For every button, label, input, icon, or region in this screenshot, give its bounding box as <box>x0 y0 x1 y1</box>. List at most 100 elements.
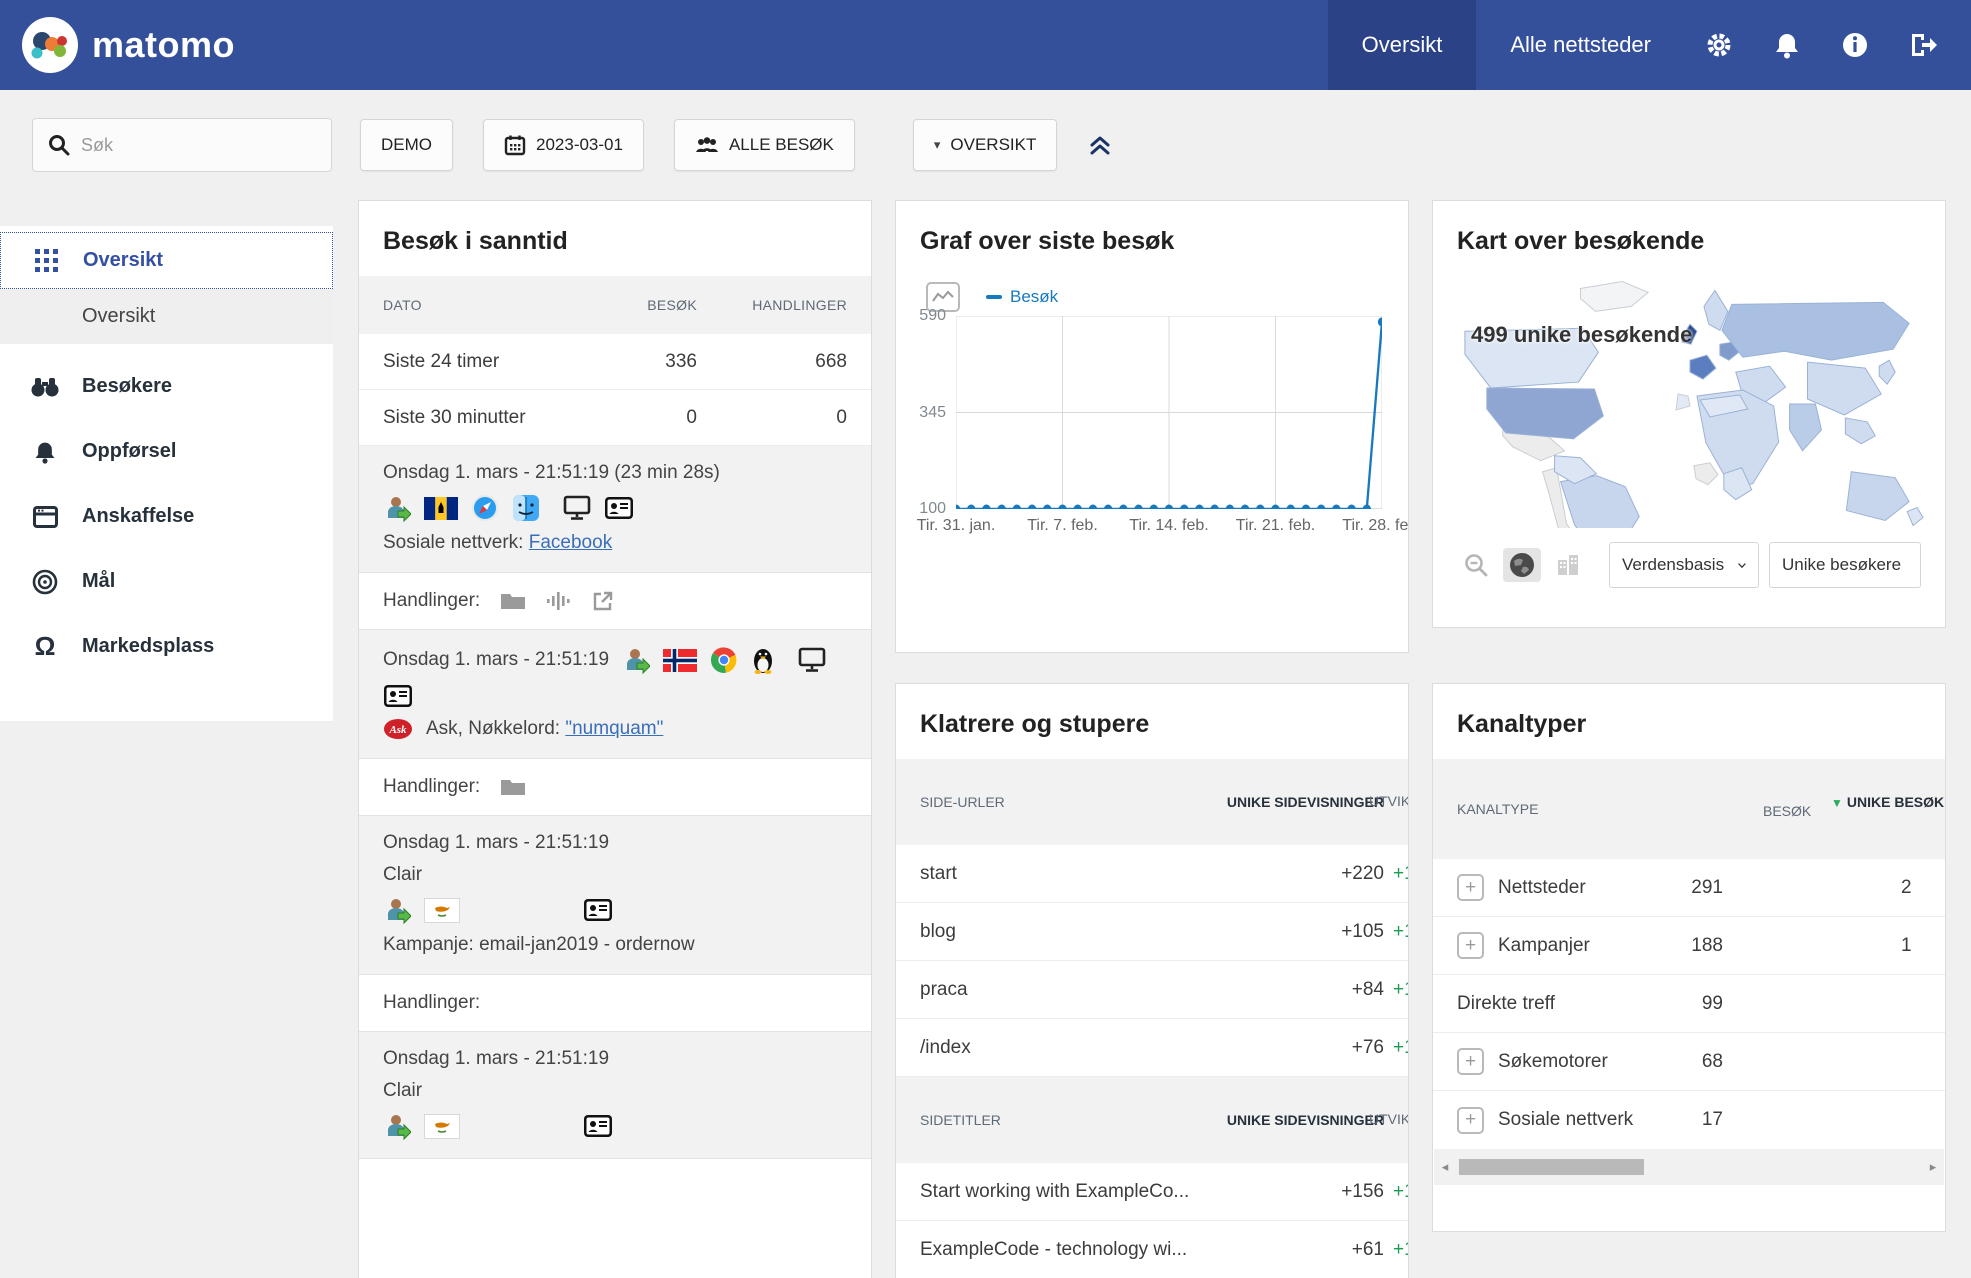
collapse-icon[interactable] <box>1087 132 1113 158</box>
visits-line-chart[interactable]: 590 345 100 <box>956 316 1382 509</box>
expand-plus-icon[interactable]: + <box>1457 932 1484 959</box>
brand-name: matomo <box>92 24 235 66</box>
table-row: + Kampanjer 188 1 <box>1433 917 1945 975</box>
legend-line-swatch <box>986 295 1002 299</box>
expand-plus-icon[interactable]: + <box>1457 1107 1484 1134</box>
nav-tab-oversikt[interactable]: Oversikt <box>1328 0 1477 90</box>
site-selector-button[interactable]: DEMO <box>360 119 453 171</box>
table-row: Siste 30 minutter 0 0 <box>359 390 871 446</box>
table-row[interactable]: praca +84 +1 <box>896 961 1408 1019</box>
y-tick: 590 <box>919 307 946 325</box>
visitor-name: Clair <box>383 864 422 886</box>
map-controls: Verdensbasis Unike besøkere <box>1433 528 1945 588</box>
nav-tab-alle-nettsteder[interactable]: Alle nettsteder <box>1476 0 1685 90</box>
actions-row: Handlinger: <box>359 975 871 1032</box>
sort-desc-icon[interactable]: ▼ <box>1831 796 1843 810</box>
legend-besok[interactable]: Besøk <box>986 287 1058 307</box>
segment-selector-button[interactable]: ALLE BESØK <box>674 119 855 171</box>
gear-icon[interactable] <box>1685 0 1753 90</box>
table-row[interactable]: ExampleCode - technology wi... +61 +1 <box>896 1221 1408 1278</box>
sidebar-item-oversikt[interactable]: Oversikt <box>0 232 333 289</box>
sidebar-item-anskaffelse[interactable]: Anskaffelse <box>0 488 333 545</box>
zoom-out-icon[interactable] <box>1457 548 1495 582</box>
search-input[interactable] <box>81 135 317 156</box>
date-range-button[interactable]: 2023-03-01 <box>483 119 644 171</box>
search-icon <box>47 133 71 157</box>
chevron-down-icon <box>1738 561 1746 570</box>
horizontal-scrollbar[interactable]: ◂ ▸ <box>1434 1149 1944 1185</box>
x-tick: Tir. 28. feb. <box>1342 517 1409 535</box>
referrer-link[interactable]: Facebook <box>529 532 612 553</box>
visitor-entry: Onsdag 1. mars - 21:51:19 (23 min 28s) <box>359 446 871 573</box>
x-tick: Tir. 14. feb. <box>1129 517 1208 535</box>
widget-kart-over-besokende: Kart over besøkende <box>1432 200 1946 628</box>
folder-icon[interactable] <box>500 777 526 797</box>
table-row[interactable]: Start working with ExampleCo... +156 +1 <box>896 1163 1408 1221</box>
table-row[interactable]: start +220 +1 <box>896 845 1408 903</box>
x-tick: Tir. 7. feb. <box>1027 517 1098 535</box>
y-tick: 345 <box>919 404 946 422</box>
external-link-icon[interactable] <box>592 590 614 612</box>
bell-icon[interactable] <box>1753 0 1821 90</box>
bell-icon <box>30 440 60 464</box>
grid-icon <box>31 249 61 272</box>
flag-norway-icon <box>663 649 697 672</box>
segment-icon <box>695 135 719 155</box>
sidebar-item-mal[interactable]: Mål <box>0 553 333 610</box>
actions-row: Handlinger: <box>359 573 871 630</box>
map-region-dropdown[interactable]: Verdensbasis <box>1609 542 1759 588</box>
visitor-name: Clair <box>383 1080 422 1102</box>
widget-besok-i-sanntid: Besøk i sanntid DATO BESØK HANDLINGER Si… <box>358 200 872 1278</box>
target-icon <box>30 569 60 595</box>
table-header: KANALTYPE BESØK ▼UNIKE BESØKENDE <box>1433 759 1945 859</box>
search-engine-ask-icon: Ask <box>383 718 413 740</box>
monitor-icon <box>563 495 591 521</box>
expand-plus-icon[interactable]: + <box>1457 874 1484 901</box>
binoculars-icon <box>30 376 60 398</box>
flag-cyprus-icon <box>424 1114 460 1139</box>
visitor-entry: Onsdag 1. mars - 21:51:19 <box>359 630 871 759</box>
vcard-icon[interactable] <box>583 898 613 922</box>
logout-icon[interactable] <box>1889 0 1957 90</box>
widget-title: Besøk i sanntid <box>359 201 871 276</box>
map-metric-dropdown[interactable]: Unike besøkere <box>1769 542 1921 588</box>
scrollbar-thumb[interactable] <box>1459 1159 1644 1175</box>
sidebar-item-oppforsel[interactable]: Oppførsel <box>0 423 333 480</box>
city-icon[interactable] <box>1549 548 1587 582</box>
widget-title: Kart over besøkende <box>1433 201 1945 276</box>
search-box[interactable] <box>32 118 332 172</box>
world-map[interactable]: 499 unike besøkende <box>1443 276 1935 528</box>
dashboard-selector-button[interactable]: ▾ OVERSIKT <box>913 119 1058 171</box>
expand-plus-icon[interactable]: + <box>1457 1048 1484 1075</box>
globe-icon[interactable] <box>1503 548 1541 582</box>
col-dato: DATO <box>383 297 577 313</box>
vcard-icon[interactable] <box>604 496 634 520</box>
visitor-icon <box>383 1112 411 1140</box>
info-icon[interactable] <box>1821 0 1889 90</box>
col-handlinger: HANDLINGER <box>697 297 847 313</box>
sidebar-item-markedsplass[interactable]: Ω Markedsplass <box>0 618 333 675</box>
flag-cyprus-icon <box>424 898 460 923</box>
keyword-label: Ask, Nøkkelord: "numquam" <box>426 718 663 740</box>
visitor-icon <box>383 494 411 522</box>
keyword-link[interactable]: "numquam" <box>565 718 663 739</box>
table-row[interactable]: blog +105 +1 <box>896 903 1408 961</box>
vcard-icon[interactable] <box>383 684 413 708</box>
y-tick: 100 <box>919 500 946 518</box>
top-navbar: matomo Oversikt Alle nettsteder <box>0 0 1971 90</box>
os-linux-icon <box>751 646 775 674</box>
widget-klatrere-og-stupere: Klatrere og stupere SIDE-URLER UNIKE SID… <box>895 683 1409 1278</box>
matomo-logo-icon <box>22 17 78 73</box>
pulse-icon[interactable] <box>546 591 572 611</box>
x-tick: Tir. 21. feb. <box>1236 517 1315 535</box>
sidebar-subitem-oversikt[interactable]: Oversikt <box>0 289 333 344</box>
table-row[interactable]: /index +76 +1 <box>896 1019 1408 1077</box>
table-row: + Nettsteder 291 2 <box>1433 859 1945 917</box>
sidebar-item-besokere[interactable]: Besøkere <box>0 358 333 415</box>
toolbar: DEMO 2023-03-01 ALLE BESØK ▾ OVERSIKT <box>0 90 1971 200</box>
scroll-left-icon[interactable]: ◂ <box>1434 1159 1456 1175</box>
vcard-icon[interactable] <box>583 1114 613 1138</box>
scroll-right-icon[interactable]: ▸ <box>1922 1159 1944 1175</box>
widget-title: Kanaltyper <box>1433 684 1945 759</box>
folder-icon[interactable] <box>500 591 526 611</box>
